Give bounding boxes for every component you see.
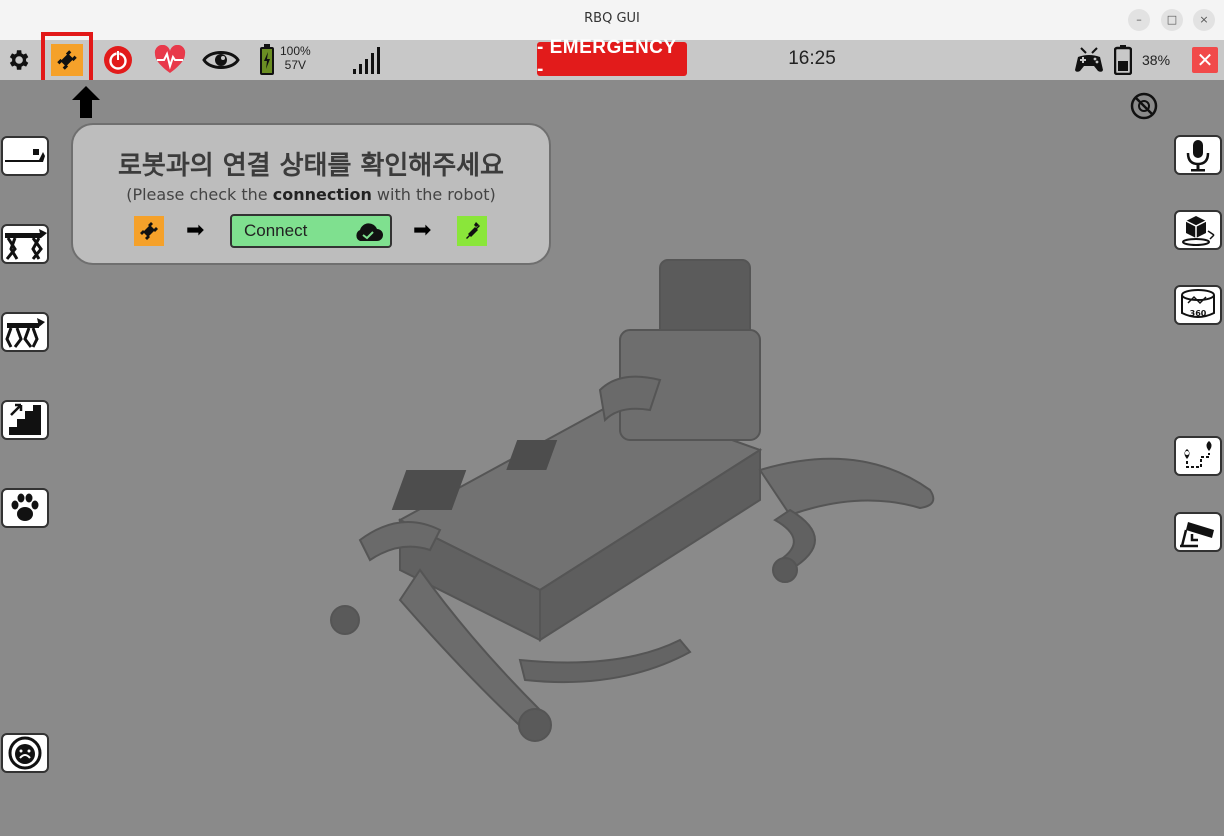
hint-subtitle-bold: connection bbox=[272, 185, 372, 204]
battery-percent: 100% bbox=[280, 44, 311, 58]
signal-strength-icon bbox=[350, 40, 384, 80]
cctv-camera-icon bbox=[1180, 522, 1214, 548]
hint-subtitle-suffix: with the robot) bbox=[371, 185, 496, 204]
waypoint-icon bbox=[1184, 441, 1212, 468]
microphone-icon bbox=[1186, 140, 1210, 172]
controller-battery-percent: 38% bbox=[1142, 52, 1171, 68]
paw-icon bbox=[11, 493, 39, 521]
connection-highlight bbox=[41, 32, 93, 86]
stairs-button[interactable] bbox=[1, 400, 49, 440]
controller-battery-icon bbox=[1112, 40, 1134, 80]
main-view: 로봇과의 연결 상태를 확인해주세요 (Please check the con… bbox=[0, 80, 1224, 836]
cloud-check-icon bbox=[356, 223, 383, 241]
emergency-button[interactable]: - EMERGENCY - bbox=[537, 37, 687, 80]
no-gps-icon bbox=[1130, 92, 1158, 120]
health-button[interactable] bbox=[150, 40, 190, 80]
right-arrow-icon: ➡ bbox=[413, 218, 432, 243]
microphone-button[interactable] bbox=[1174, 135, 1222, 175]
paw-button[interactable] bbox=[1, 488, 49, 528]
right-arrow-icon: ➡ bbox=[186, 218, 205, 243]
emergency-stop-icon bbox=[8, 736, 42, 770]
svg-text:360: 360 bbox=[1190, 309, 1207, 318]
emergency-stop-button[interactable] bbox=[1, 733, 49, 773]
walk-icon bbox=[5, 318, 45, 348]
robot-illustration bbox=[330, 259, 935, 742]
gamepad-icon bbox=[1072, 40, 1106, 80]
3d-view-icon bbox=[1182, 216, 1215, 246]
connect-button[interactable]: Connect bbox=[230, 214, 392, 248]
3d-view-button[interactable] bbox=[1174, 210, 1222, 250]
360-view-button[interactable]: 360 bbox=[1174, 285, 1222, 325]
clock: 16:25 bbox=[788, 48, 836, 69]
lie-down-button[interactable] bbox=[1, 136, 49, 176]
hint-title: 로봇과의 연결 상태를 확인해주세요 bbox=[118, 151, 504, 181]
robot-battery-readout: 100% 57V bbox=[280, 44, 311, 72]
window-title: RBQ GUI bbox=[584, 11, 640, 26]
minimize-button[interactable]: – bbox=[1128, 9, 1150, 31]
camera-button[interactable] bbox=[1174, 512, 1222, 552]
power-button[interactable] bbox=[100, 40, 136, 80]
stand-icon bbox=[5, 229, 47, 260]
connect-label: Connect bbox=[244, 221, 308, 240]
gear-icon bbox=[9, 50, 29, 70]
robot-battery-icon bbox=[256, 40, 278, 80]
hint-subtitle-prefix: (Please check the bbox=[126, 185, 273, 204]
window-titlebar: RBQ GUI – □ × bbox=[0, 0, 1224, 41]
power-icon bbox=[104, 46, 132, 74]
vision-button[interactable] bbox=[200, 40, 242, 80]
stairs-icon bbox=[9, 403, 41, 435]
maximize-button[interactable]: □ bbox=[1161, 9, 1183, 31]
connection-hint-panel: 로봇과의 연결 상태를 확인해주세요 (Please check the con… bbox=[71, 123, 551, 265]
walk-button[interactable] bbox=[1, 312, 49, 352]
plug-disconnected-icon bbox=[134, 216, 164, 246]
battery-voltage: 57V bbox=[284, 58, 307, 72]
up-arrow-icon bbox=[72, 86, 100, 118]
360-view-icon: 360 bbox=[1181, 289, 1215, 318]
stand-button[interactable] bbox=[1, 224, 49, 264]
settings-button[interactable] bbox=[2, 40, 34, 80]
heart-rate-icon bbox=[154, 45, 186, 73]
app-close-button[interactable]: ✕ bbox=[1192, 47, 1218, 73]
hint-subtitle: (Please check the connection with the ro… bbox=[73, 185, 549, 204]
plug-connected-icon bbox=[457, 216, 487, 246]
waypoint-button[interactable] bbox=[1174, 436, 1222, 476]
lie-down-icon bbox=[5, 149, 45, 162]
eye-icon bbox=[202, 51, 240, 69]
window-close-button[interactable]: × bbox=[1193, 9, 1215, 31]
